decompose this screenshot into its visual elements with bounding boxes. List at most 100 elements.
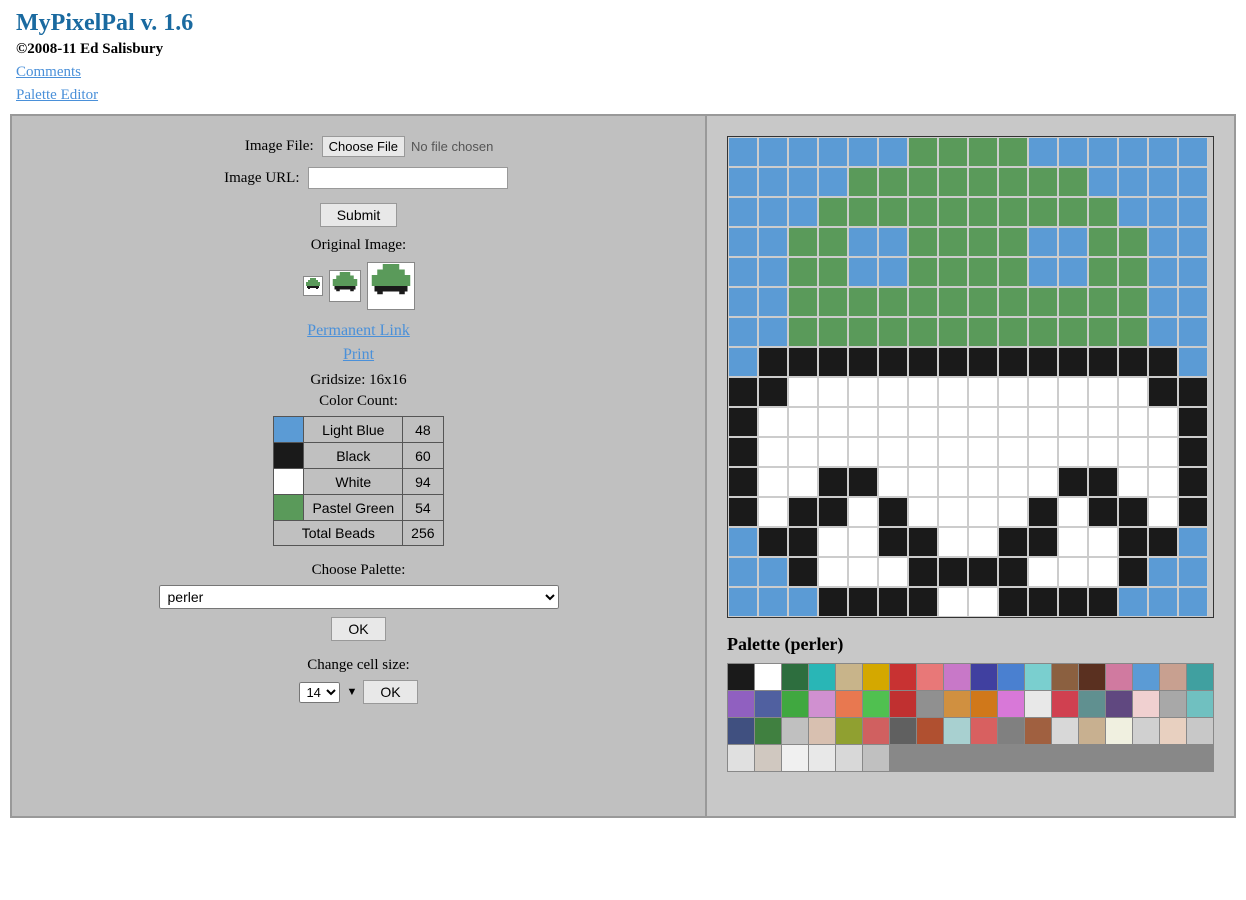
pixel-cell (1088, 527, 1118, 557)
permanent-link[interactable]: Permanent Link (307, 322, 410, 339)
palette-swatch[interactable] (728, 691, 754, 717)
palette-swatch[interactable] (1133, 691, 1159, 717)
pixel-cell (758, 497, 788, 527)
palette-swatch[interactable] (1160, 691, 1186, 717)
thumbnail-large[interactable] (367, 262, 415, 310)
pixel-cell (1058, 527, 1088, 557)
cell-size-select[interactable]: 14 16 18 20 (299, 682, 340, 703)
palette-swatch[interactable] (863, 664, 889, 690)
pixel-cell (1028, 497, 1058, 527)
palette-swatch[interactable] (836, 664, 862, 690)
palette-swatch[interactable] (1187, 718, 1213, 744)
ok-button[interactable]: OK (331, 617, 385, 641)
palette-swatch[interactable] (971, 691, 997, 717)
image-thumbnails (32, 262, 685, 310)
palette-swatch[interactable] (1106, 664, 1132, 690)
palette-swatch[interactable] (863, 745, 889, 771)
palette-swatch[interactable] (1052, 691, 1078, 717)
pixel-cell (818, 257, 848, 287)
palette-swatch[interactable] (782, 745, 808, 771)
palette-swatch[interactable] (1160, 664, 1186, 690)
palette-swatch[interactable] (755, 664, 781, 690)
palette-swatch[interactable] (917, 664, 943, 690)
palette-swatch[interactable] (1052, 664, 1078, 690)
pixel-cell (1088, 167, 1118, 197)
pixel-cell (848, 257, 878, 287)
palette-swatch[interactable] (1133, 718, 1159, 744)
thumbnail-small[interactable] (303, 276, 323, 296)
palette-swatch[interactable] (1133, 664, 1159, 690)
palette-swatch[interactable] (1187, 664, 1213, 690)
palette-swatch[interactable] (863, 691, 889, 717)
palette-swatch[interactable] (1079, 691, 1105, 717)
palette-swatch[interactable] (809, 664, 835, 690)
palette-swatch[interactable] (1079, 664, 1105, 690)
palette-swatch[interactable] (944, 691, 970, 717)
palette-swatch[interactable] (755, 691, 781, 717)
palette-swatch[interactable] (944, 718, 970, 744)
palette-swatch[interactable] (782, 718, 808, 744)
palette-swatch[interactable] (809, 745, 835, 771)
palette-swatch[interactable] (890, 691, 916, 717)
pixel-cell (788, 137, 818, 167)
pixel-cell (1088, 497, 1118, 527)
pixel-cell (788, 467, 818, 497)
palette-swatch[interactable] (1025, 664, 1051, 690)
no-file-text: No file chosen (411, 139, 493, 154)
palette-select[interactable]: perler (159, 585, 559, 609)
palette-swatch[interactable] (944, 664, 970, 690)
image-url-input[interactable] (308, 167, 508, 189)
submit-button[interactable]: Submit (320, 203, 398, 227)
palette-swatch[interactable] (728, 745, 754, 771)
palette-swatch[interactable] (1106, 718, 1132, 744)
palette-swatch[interactable] (728, 664, 754, 690)
palette-swatch[interactable] (1106, 691, 1132, 717)
palette-swatch[interactable] (836, 745, 862, 771)
palette-swatch[interactable] (917, 718, 943, 744)
pixel-cell (1148, 467, 1178, 497)
pixel-cell (1058, 587, 1088, 617)
palette-swatch[interactable] (836, 718, 862, 744)
comments-link[interactable]: Comments (16, 64, 1230, 81)
palette-swatch[interactable] (998, 664, 1024, 690)
pixel-cell (818, 407, 848, 437)
palette-swatch[interactable] (782, 664, 808, 690)
pixel-cell (728, 257, 758, 287)
palette-swatch[interactable] (998, 718, 1024, 744)
palette-swatch[interactable] (1160, 718, 1186, 744)
palette-swatch[interactable] (971, 718, 997, 744)
choose-file-button[interactable]: Choose File (322, 136, 405, 157)
pixel-cell (938, 437, 968, 467)
pixel-cell (998, 317, 1028, 347)
palette-swatch[interactable] (890, 718, 916, 744)
palette-swatch[interactable] (863, 718, 889, 744)
palette-swatch[interactable] (1025, 691, 1051, 717)
palette-swatch[interactable] (755, 745, 781, 771)
palette-swatch[interactable] (809, 691, 835, 717)
pixel-cell (878, 227, 908, 257)
pixel-cell (878, 527, 908, 557)
palette-swatch[interactable] (917, 691, 943, 717)
palette-swatch[interactable] (755, 718, 781, 744)
print-link[interactable]: Print (343, 346, 374, 363)
palette-swatch[interactable] (1079, 718, 1105, 744)
pixel-cell (1148, 287, 1178, 317)
cell-size-ok-button[interactable]: OK (363, 680, 417, 704)
palette-swatch[interactable] (971, 664, 997, 690)
pixel-cell (998, 167, 1028, 197)
palette-swatch[interactable] (890, 664, 916, 690)
palette-swatch[interactable] (836, 691, 862, 717)
pixel-cell (1088, 587, 1118, 617)
palette-swatch[interactable] (728, 718, 754, 744)
palette-swatch[interactable] (782, 691, 808, 717)
palette-editor-link[interactable]: Palette Editor (16, 87, 1230, 104)
palette-swatch[interactable] (998, 691, 1024, 717)
palette-swatch[interactable] (809, 718, 835, 744)
palette-swatch[interactable] (1187, 691, 1213, 717)
palette-swatch[interactable] (1052, 718, 1078, 744)
pixel-cell (878, 467, 908, 497)
pixel-cell (968, 407, 998, 437)
color-swatch (274, 417, 304, 443)
palette-swatch[interactable] (1025, 718, 1051, 744)
thumbnail-medium[interactable] (329, 270, 361, 302)
